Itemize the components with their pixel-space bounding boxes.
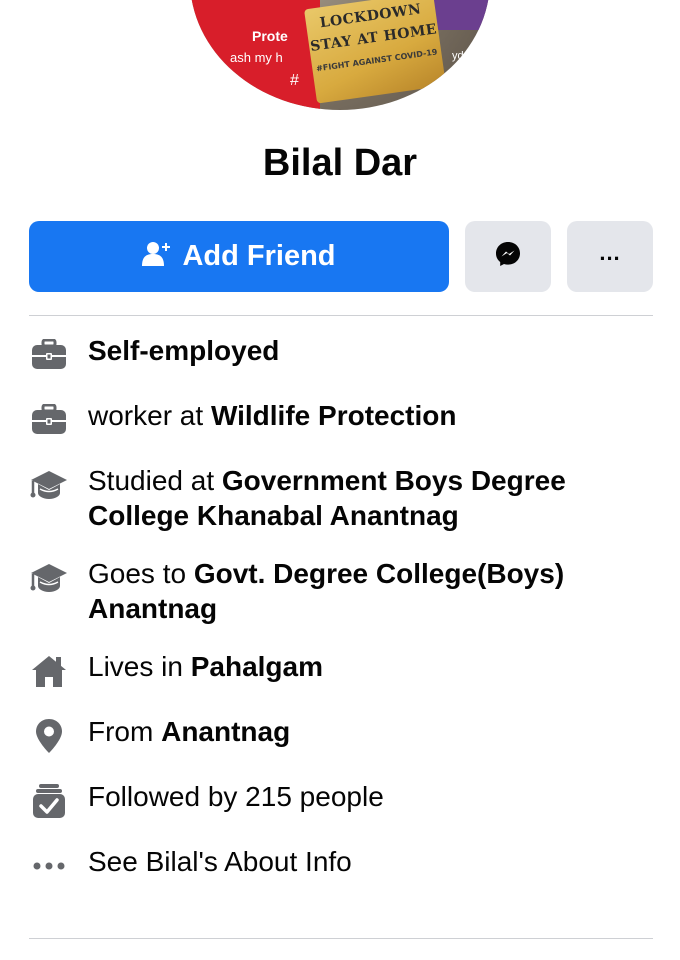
add-friend-label: Add Friend (182, 240, 336, 272)
intro-item-work: Self-employed (29, 333, 653, 375)
intro-item-education: Studied at Government Boys Degree Colleg… (29, 463, 653, 533)
intro-prefix: worker at (88, 400, 211, 431)
more-dots-icon (29, 846, 69, 886)
intro-prefix: Studied at (88, 465, 222, 496)
home-icon (29, 651, 69, 691)
messenger-icon (494, 240, 522, 273)
avatar-text: yd (452, 50, 464, 62)
intro-item-education: Goes to Govt. Degree College(Boys) Anant… (29, 556, 653, 626)
intro-text: worker at Wildlife Protection (88, 398, 456, 433)
add-friend-icon (142, 241, 172, 272)
followers-icon (29, 781, 69, 821)
avatar-text: ash my h (230, 50, 283, 65)
avatar-text: Prote (252, 28, 288, 44)
avatar-lockdown-sign: LOCKDOWN STAY AT HOME #FIGHT AGAINST COV… (304, 0, 446, 104)
intro-item-from: From Anantnag (29, 714, 653, 756)
divider (29, 938, 653, 939)
message-button[interactable] (465, 221, 551, 292)
location-pin-icon (29, 716, 69, 756)
profile-avatar[interactable]: Prote ash my h # LOCKDOWN STAY AT HOME #… (190, 0, 490, 110)
avatar-text: # (290, 72, 299, 89)
intro-bold[interactable]: Self-employed (88, 335, 279, 366)
add-friend-button[interactable]: Add Friend (29, 221, 449, 292)
intro-item-lives-in: Lives in Pahalgam (29, 649, 653, 691)
intro-text: Self-employed (88, 333, 279, 368)
intro-prefix: Followed by 215 people (88, 781, 384, 812)
intro-bold[interactable]: Wildlife Protection (211, 400, 457, 431)
intro-prefix: Lives in (88, 651, 191, 682)
briefcase-icon (29, 400, 69, 440)
intro-text: From Anantnag (88, 714, 290, 749)
profile-name: Bilal Dar (262, 142, 418, 184)
more-dots-icon: ... (599, 239, 621, 265)
intro-item-work: worker at Wildlife Protection (29, 398, 653, 440)
divider (29, 315, 653, 316)
briefcase-icon (29, 335, 69, 375)
more-options-button[interactable]: ... (567, 221, 653, 292)
intro-item-see-about[interactable]: See Bilal's About Info (29, 844, 653, 886)
profile-actions: Add Friend ... (29, 221, 653, 292)
intro-prefix: See Bilal's About Info (88, 846, 352, 877)
see-about-info-link[interactable]: See Bilal's About Info (88, 844, 352, 879)
intro-list: Self-employed worker at Wildlife Protect… (29, 333, 653, 909)
graduation-cap-icon (29, 558, 69, 598)
intro-text: Studied at Government Boys Degree Colleg… (88, 463, 653, 533)
intro-bold[interactable]: Pahalgam (191, 651, 323, 682)
avatar-purple-background (430, 0, 490, 30)
intro-prefix: From (88, 716, 162, 747)
intro-bold[interactable]: Anantnag (161, 716, 290, 747)
intro-item-followers: Followed by 215 people (29, 779, 653, 821)
intro-text[interactable]: Followed by 215 people (88, 779, 384, 814)
intro-text: Lives in Pahalgam (88, 649, 323, 684)
graduation-cap-icon (29, 465, 69, 505)
intro-prefix: Goes to (88, 558, 194, 589)
intro-text: Goes to Govt. Degree College(Boys) Anant… (88, 556, 653, 626)
